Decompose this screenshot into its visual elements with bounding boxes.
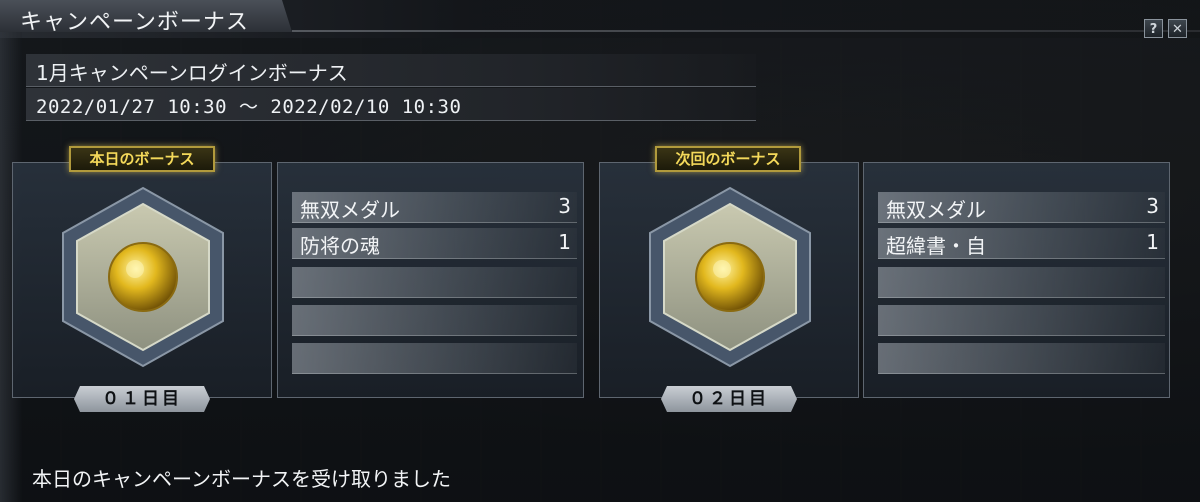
next-items-panel: 無双メダル 3 超緯書・自 1	[863, 162, 1170, 398]
today-hex-frame	[62, 186, 224, 368]
gold-coin-icon	[108, 242, 178, 312]
gold-coin-icon	[695, 242, 765, 312]
campaign-period-row: 2022/01/27 10:30 〜 2022/02/10 10:30	[26, 88, 756, 121]
status-message: 本日のキャンペーンボーナスを受け取りました	[32, 467, 451, 491]
item-quantity: 1	[1146, 230, 1159, 254]
today-bonus-badge: 本日のボーナス	[69, 146, 215, 172]
list-item	[292, 305, 577, 336]
item-name: 無双メダル	[300, 198, 400, 222]
title-divider	[292, 30, 1200, 32]
today-day-label: ０１日目	[74, 386, 210, 412]
item-name: 防将の魂	[300, 234, 380, 258]
list-item: 超緯書・自 1	[878, 228, 1165, 259]
next-bonus-badge: 次回のボーナス	[655, 146, 801, 172]
list-item: 防将の魂 1	[292, 228, 577, 259]
list-item: 無双メダル 3	[878, 192, 1165, 223]
list-item	[292, 267, 577, 298]
campaign-period: 2022/01/27 10:30 〜 2022/02/10 10:30	[36, 96, 462, 118]
today-items-panel: 無双メダル 3 防将の魂 1	[277, 162, 584, 398]
campaign-name-row: 1月キャンペーンログインボーナス	[26, 54, 756, 87]
list-item	[878, 343, 1165, 374]
list-item	[292, 343, 577, 374]
list-item	[878, 305, 1165, 336]
item-name: 超緯書・自	[886, 234, 986, 258]
item-quantity: 3	[558, 194, 571, 218]
item-quantity: 1	[558, 230, 571, 254]
item-name: 無双メダル	[886, 198, 986, 222]
help-button[interactable]: ?	[1144, 19, 1163, 38]
item-quantity: 3	[1146, 194, 1159, 218]
campaign-bonus-window: キャンペーンボーナス ? ✕ 1月キャンペーンログインボーナス 2022/01/…	[0, 0, 1200, 502]
campaign-name: 1月キャンペーンログインボーナス	[36, 61, 348, 85]
window-title: キャンペーンボーナス	[20, 10, 249, 35]
next-hex-frame	[649, 186, 811, 368]
list-item: 無双メダル 3	[292, 192, 577, 223]
close-button[interactable]: ✕	[1168, 19, 1187, 38]
next-day-label: ０２日目	[661, 386, 797, 412]
list-item	[878, 267, 1165, 298]
